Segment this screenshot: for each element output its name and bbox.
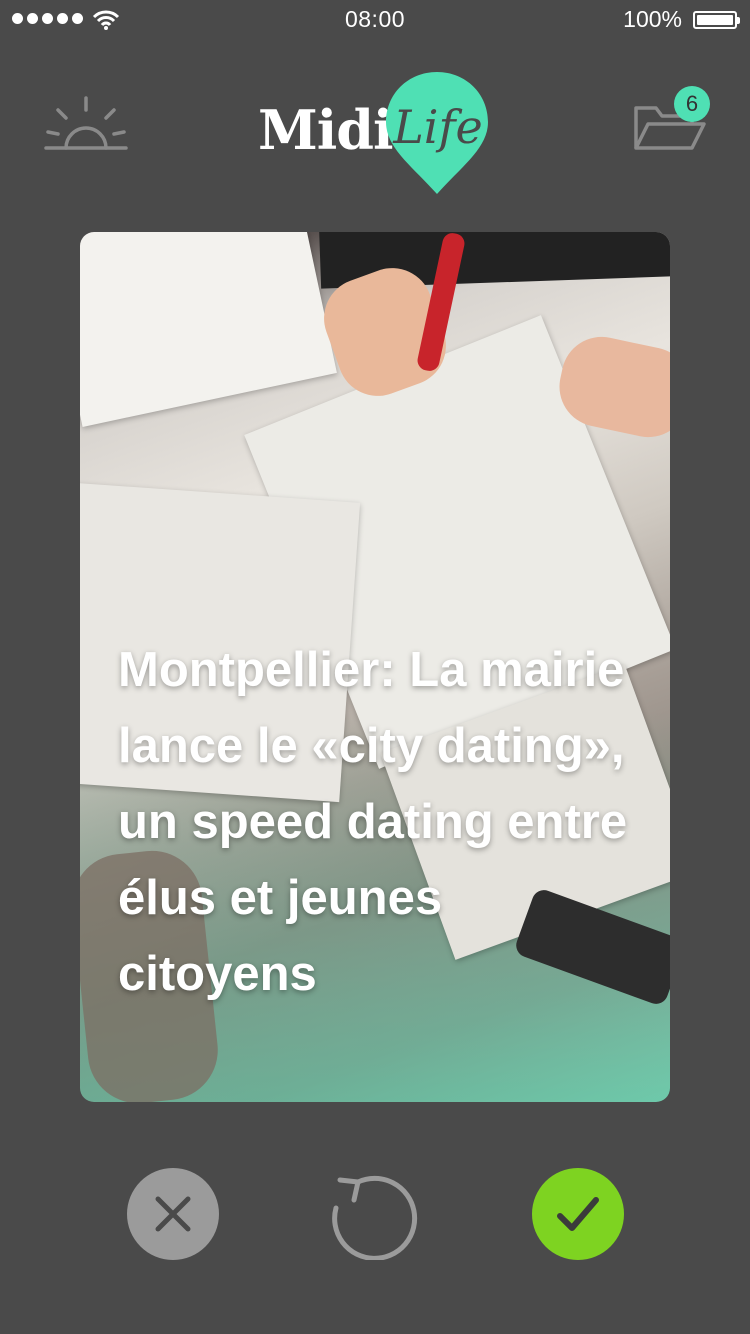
- status-bar: 08:00 100%: [0, 0, 750, 40]
- logo-text-midi: Midi: [258, 98, 394, 162]
- article-title: Montpellier: La mairie lance le «city da…: [118, 643, 628, 1001]
- sunrise-icon: [44, 96, 128, 150]
- accept-button[interactable]: [532, 1168, 624, 1260]
- reject-button[interactable]: [127, 1168, 219, 1260]
- sunrise-button[interactable]: [44, 92, 128, 154]
- battery-icon: [693, 11, 740, 29]
- midilife-logo: Midi Life: [258, 70, 498, 200]
- undo-icon: [332, 1175, 418, 1260]
- close-icon: [155, 1196, 191, 1232]
- check-icon: [557, 1197, 599, 1231]
- logo-text-life: Life: [393, 100, 483, 154]
- folder-count-badge: 6: [674, 86, 710, 122]
- article-card[interactable]: Montpellier: La mairie lance le «city da…: [80, 232, 670, 1102]
- undo-button[interactable]: [328, 1168, 420, 1260]
- battery-percent: 100%: [623, 6, 682, 32]
